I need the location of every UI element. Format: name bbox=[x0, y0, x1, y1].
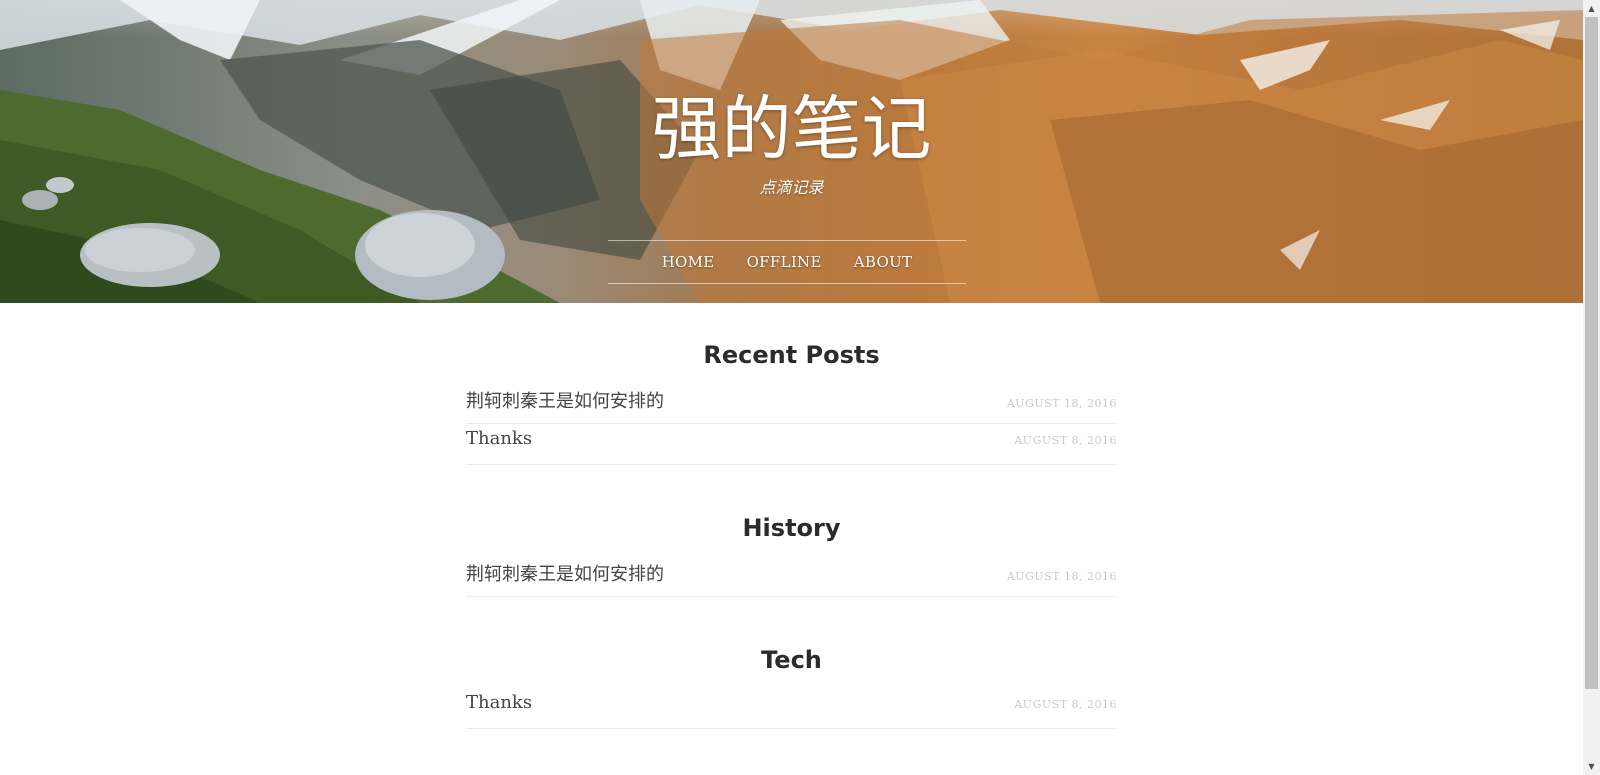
post-date: AUGUST 18, 2016 bbox=[1006, 570, 1117, 583]
section-heading: History bbox=[742, 514, 841, 542]
scrollbar-thumb[interactable] bbox=[1585, 17, 1598, 689]
post-date: AUGUST 18, 2016 bbox=[1006, 397, 1117, 410]
post-title-link[interactable]: Thanks bbox=[466, 428, 532, 449]
chevron-down-icon[interactable]: ▼ bbox=[1583, 758, 1600, 775]
vertical-scrollbar[interactable]: ▲ ▼ bbox=[1583, 0, 1600, 775]
chevron-up-icon[interactable]: ▲ bbox=[1583, 0, 1600, 17]
site-title[interactable]: 强的笔记 bbox=[0, 84, 1583, 174]
nav-offline-link[interactable]: OFFLINE bbox=[747, 253, 822, 271]
main-nav: HOME OFFLINE ABOUT bbox=[608, 240, 966, 284]
section-heading: Tech bbox=[761, 646, 822, 674]
list-item: Thanks AUGUST 8, 2016 bbox=[466, 424, 1117, 465]
hero-header: 强的笔记 点滴记录 HOME OFFLINE ABOUT bbox=[0, 0, 1583, 303]
post-index: Recent Posts 荆轲刺秦王是如何安排的 AUGUST 18, 2016… bbox=[466, 335, 1117, 772]
list-item: 荆轲刺秦王是如何安排的 AUGUST 18, 2016 bbox=[466, 556, 1117, 597]
site-subtitle: 点滴记录 bbox=[759, 178, 824, 197]
section-recent-posts: Recent Posts 荆轲刺秦王是如何安排的 AUGUST 18, 2016… bbox=[466, 335, 1117, 465]
list-item: Thanks AUGUST 8, 2016 bbox=[466, 688, 1117, 729]
nav-home-link[interactable]: HOME bbox=[662, 253, 715, 271]
nav-about-link[interactable]: ABOUT bbox=[854, 253, 913, 271]
post-title-link[interactable]: 荆轲刺秦王是如何安排的 bbox=[466, 387, 664, 413]
post-title-link[interactable]: Thanks bbox=[466, 692, 532, 713]
section-tech: Tech Thanks AUGUST 8, 2016 bbox=[466, 640, 1117, 729]
page: 强的笔记 点滴记录 HOME OFFLINE ABOUT Recent Post… bbox=[0, 0, 1600, 775]
section-history: History 荆轲刺秦王是如何安排的 AUGUST 18, 2016 bbox=[466, 508, 1117, 597]
list-item: 荆轲刺秦王是如何安排的 AUGUST 18, 2016 bbox=[466, 383, 1117, 424]
post-title-link[interactable]: 荆轲刺秦王是如何安排的 bbox=[466, 560, 664, 586]
post-date: AUGUST 8, 2016 bbox=[1014, 698, 1117, 711]
section-heading: Recent Posts bbox=[703, 341, 880, 369]
post-date: AUGUST 8, 2016 bbox=[1014, 434, 1117, 447]
